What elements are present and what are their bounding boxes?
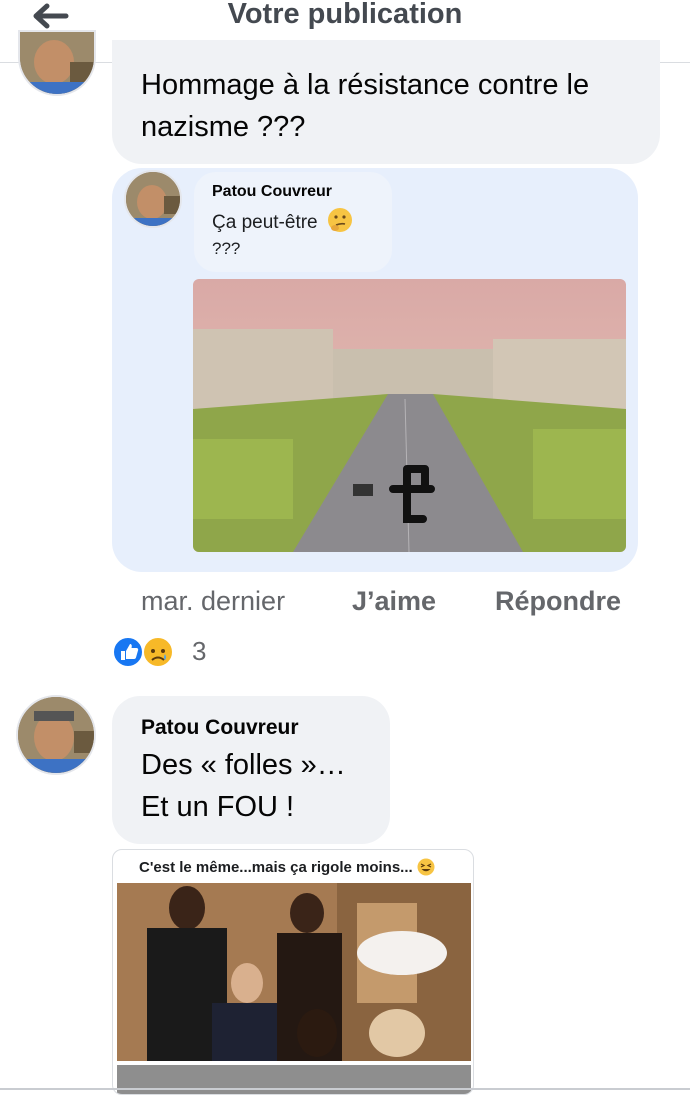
shared-post-card[interactable]: C'est le même...mais ça rigole moins... xyxy=(112,849,474,1095)
avatar xyxy=(124,170,182,228)
like-icon xyxy=(112,636,144,668)
shared-comment-author: Patou Couvreur xyxy=(212,183,333,200)
comment-author[interactable]: Patou Couvreur xyxy=(141,716,299,740)
reply-button[interactable]: Répondre xyxy=(495,586,621,617)
page-title: Votre publication xyxy=(227,0,463,30)
thinking-face-icon xyxy=(327,208,352,232)
comment-text-line: nazisme ??? xyxy=(141,111,306,143)
shared-comment-line: ??? xyxy=(212,239,241,258)
comment-text-line: Et un FOU ! xyxy=(141,791,295,823)
reaction-count: 3 xyxy=(192,636,207,666)
sad-face-icon xyxy=(142,636,174,668)
avatar[interactable] xyxy=(16,695,96,775)
photo-bottom-strip xyxy=(117,1065,471,1094)
avenue-photo xyxy=(193,279,626,552)
like-button[interactable]: J’aime xyxy=(352,586,436,617)
comment-text-line: Hommage à la résistance contre le xyxy=(141,69,590,101)
shared-comment-text: Ça peut-être xyxy=(212,207,353,234)
comment-text-line: Des « folles »… xyxy=(141,749,346,781)
shared-post-caption: C'est le même...mais ça rigole moins... xyxy=(139,858,435,876)
avatar[interactable] xyxy=(18,30,96,96)
group-photo xyxy=(117,883,471,1061)
divider xyxy=(0,1088,690,1090)
grinning-squint-icon xyxy=(417,858,435,876)
comment-timestamp: mar. dernier xyxy=(141,586,286,616)
shared-comment-line: Ça peut-être xyxy=(212,212,318,233)
caption-text: C'est le même...mais ça rigole moins... xyxy=(139,859,413,876)
